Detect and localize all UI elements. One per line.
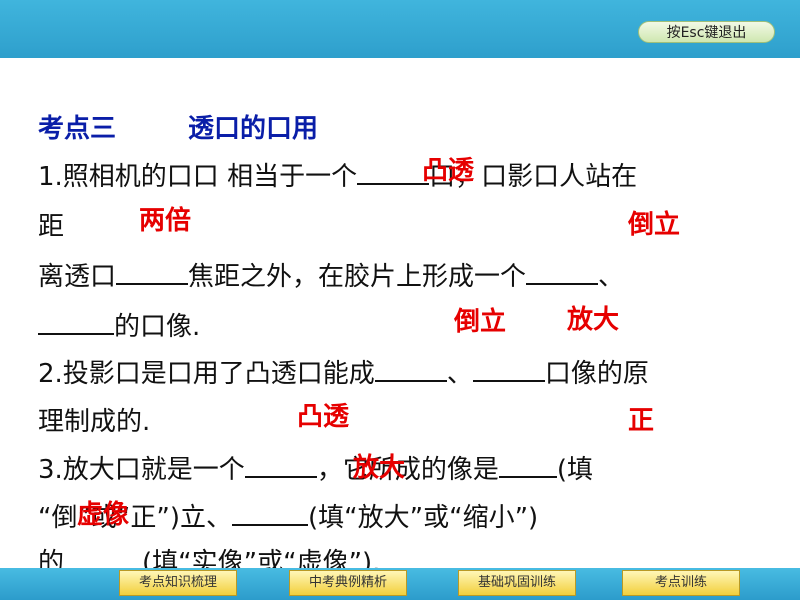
- question-text: (填: [556, 455, 593, 485]
- question-text: “倒”或“正”)立、: [38, 503, 233, 533]
- answer-4: 倒立: [454, 307, 507, 337]
- question-3-line-1: 3.放大口就是一个 ，它所成的像是 (填: [38, 449, 593, 486]
- nav-knowledge-review-button[interactable]: 考点知识梳理: [119, 570, 237, 596]
- heading-number: 考点三: [38, 114, 117, 144]
- question-text: 、: [446, 359, 473, 389]
- answer-6: 凸透: [297, 402, 350, 432]
- answer-8: 放大: [353, 453, 406, 483]
- exit-button[interactable]: 按Esc键退出: [638, 21, 775, 43]
- section-heading: 考点三 透口的口用: [38, 108, 318, 145]
- nav-basic-training-button[interactable]: 基础巩固训练: [458, 570, 576, 596]
- question-text: 、: [598, 262, 625, 292]
- question-1-line-1: 1.照相机的口口 相当于一个 口，口影口人站在: [38, 156, 637, 193]
- question-text: 口像的原: [544, 359, 649, 389]
- question-text: 1.照相机的口口 相当于一个: [38, 162, 358, 192]
- question-text: 的口像.: [114, 312, 201, 342]
- answer-blank: [232, 502, 309, 526]
- answer-5: 放大: [567, 305, 620, 335]
- answer-blank: [244, 454, 317, 478]
- answer-blank: [357, 161, 430, 185]
- question-1-line-2: 距: [38, 206, 64, 243]
- question-1-line-4: 的口像.: [38, 306, 200, 343]
- question-text: 理制成的.: [38, 407, 151, 437]
- question-text: (填“放大”或“缩小”): [308, 503, 539, 533]
- answer-7: 正: [628, 406, 655, 436]
- answer-blank: [526, 261, 599, 285]
- question-text: ，它所成的像是: [316, 455, 499, 485]
- heading-title: 透口的口用: [188, 114, 319, 144]
- question-text: 焦距之外，在胶片上形成一个: [188, 262, 527, 292]
- answer-blank: [498, 454, 557, 478]
- answer-blank: [38, 311, 114, 335]
- answer-blank: [374, 358, 447, 382]
- answer-blank: [116, 261, 189, 285]
- question-text: 距: [38, 212, 65, 242]
- question-text: 3.放大口就是一个: [38, 455, 245, 485]
- answer-2: 两倍: [139, 206, 192, 236]
- answer-blank: [472, 358, 545, 382]
- question-2-line-2: 理制成的.: [38, 401, 150, 438]
- question-text: 2.投影口是口用了凸透口能成: [38, 359, 375, 389]
- answer-1: 凸透: [422, 156, 475, 186]
- nav-point-training-button[interactable]: 考点训练: [622, 570, 740, 596]
- question-1-line-3: 离透口 焦距之外，在胶片上形成一个 、: [38, 256, 624, 293]
- answer-3: 倒立: [628, 210, 681, 240]
- nav-example-analysis-button[interactable]: 中考典例精析: [289, 570, 407, 596]
- question-text: 离透口: [38, 262, 117, 292]
- answer-9: 虚像: [77, 500, 130, 530]
- question-2-line-1: 2.投影口是口用了凸透口能成 、 口像的原: [38, 353, 649, 390]
